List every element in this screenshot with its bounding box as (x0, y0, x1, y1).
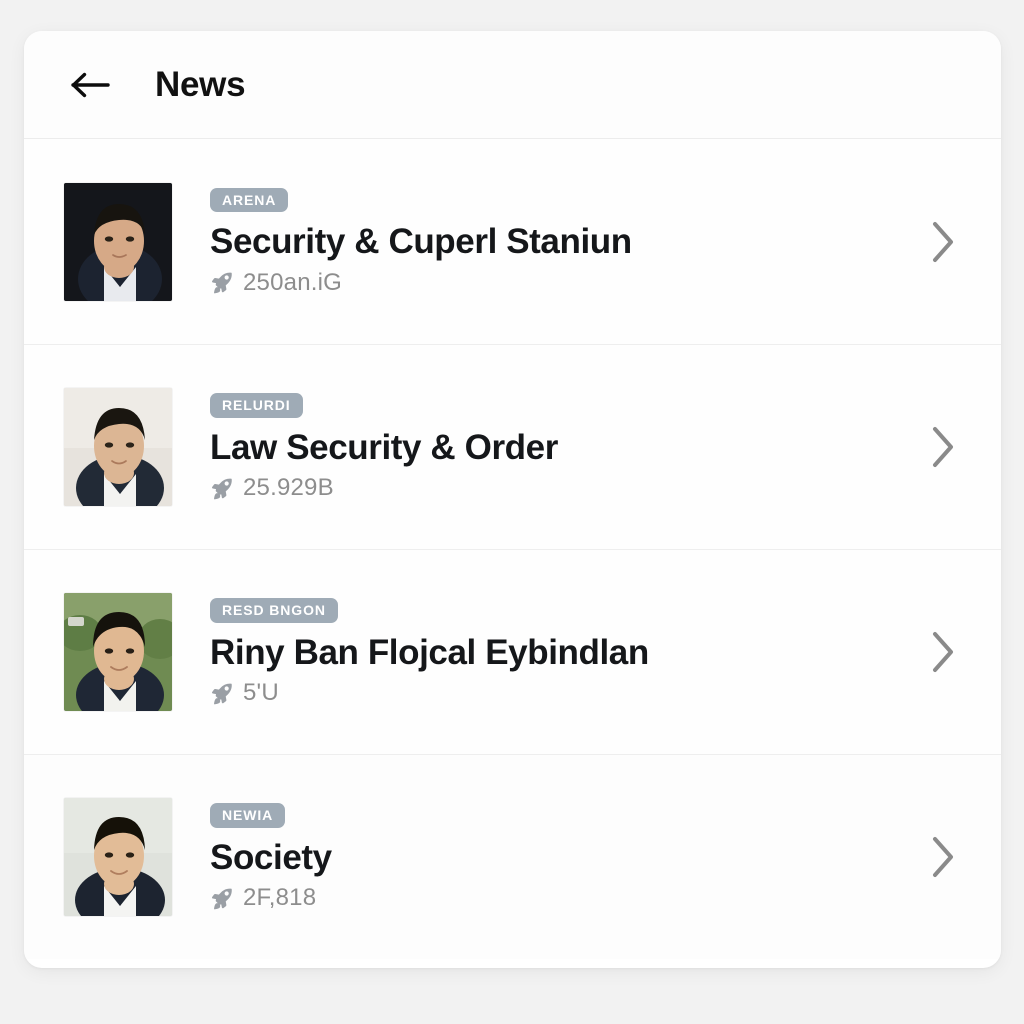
news-item-body-3: NEWIA Society 2F,818 (210, 803, 897, 911)
chevron-right-icon-0[interactable] (915, 214, 971, 270)
news-list: ARENA Security & Cuperl Staniun 250an.iG (24, 139, 1001, 968)
news-list-item-0[interactable]: ARENA Security & Cuperl Staniun 250an.iG (24, 139, 1001, 344)
rocket-icon (210, 681, 235, 706)
category-badge-2: RESD BNGON (210, 598, 338, 623)
news-item-body-2: RESD BNGON Riny Ban Flojcal Eybindlan 5'… (210, 598, 897, 706)
news-item-body-0: ARENA Security & Cuperl Staniun 250an.iG (210, 187, 897, 296)
news-item-meta-0: 250an.iG (210, 270, 897, 295)
back-button[interactable] (68, 62, 114, 108)
chevron-right-icon-1[interactable] (915, 419, 971, 475)
news-item-title-0: Security & Cuperl Staniun (210, 222, 632, 262)
rocket-icon (210, 886, 235, 911)
news-item-title-2: Riny Ban Flojcal Eybindlan (210, 632, 649, 672)
chevron-right-icon-2[interactable] (915, 624, 971, 680)
news-list-item-2[interactable]: RESD BNGON Riny Ban Flojcal Eybindlan 5'… (24, 549, 1001, 754)
news-item-title-1: Law Security & Order (210, 427, 558, 467)
category-badge-3: NEWIA (210, 803, 286, 828)
rocket-icon (210, 270, 235, 295)
news-item-meta-text-2: 5'U (243, 679, 279, 707)
thumbnail-1 (64, 388, 172, 506)
news-item-meta-text-1: 25.929B (243, 474, 334, 502)
category-badge-1: RELURDI (210, 393, 303, 418)
chevron-right-icon-3[interactable] (915, 829, 971, 885)
news-card: News ARENA Security & Cuperl Staniun 250… (24, 31, 1001, 968)
rocket-icon (210, 476, 235, 501)
news-item-meta-3: 2F,818 (210, 886, 897, 911)
news-item-meta-text-0: 250an.iG (243, 268, 343, 296)
news-item-meta-text-3: 2F,818 (243, 884, 317, 912)
news-item-title-3: Society (210, 837, 332, 877)
news-item-meta-2: 5'U (210, 681, 897, 706)
category-badge-0: ARENA (210, 187, 289, 213)
app-screen: News ARENA Security & Cuperl Staniun 250… (0, 0, 1024, 1024)
news-item-body-1: RELURDI Law Security & Order 25.929B (210, 393, 897, 501)
news-list-item-3[interactable]: NEWIA Society 2F,818 (24, 754, 1001, 959)
thumbnail-3 (64, 798, 172, 916)
arrow-left-icon (70, 70, 112, 100)
thumbnail-2 (64, 593, 172, 711)
thumbnail-0 (64, 182, 172, 301)
page-header: News (24, 31, 1001, 139)
news-item-meta-1: 25.929B (210, 476, 897, 501)
page-title: News (155, 65, 246, 104)
news-list-item-1[interactable]: RELURDI Law Security & Order 25.929B (24, 344, 1001, 549)
